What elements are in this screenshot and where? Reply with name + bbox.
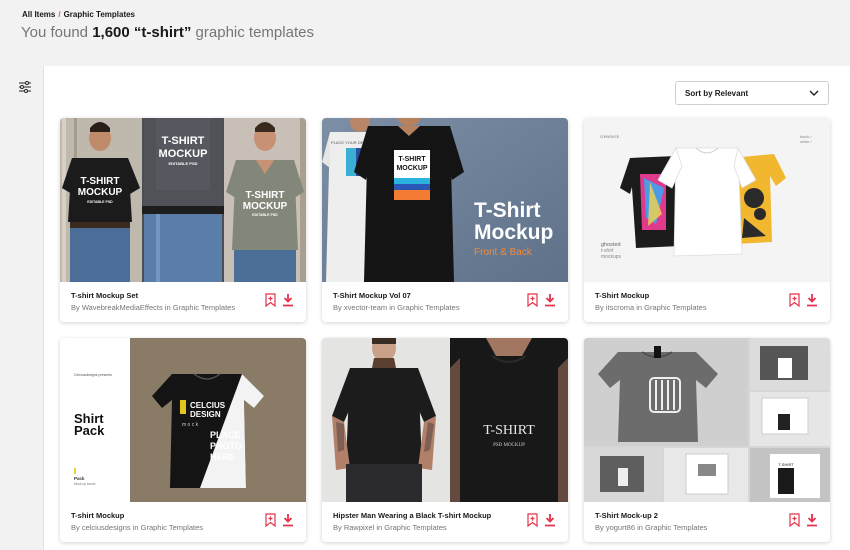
shirt-brand-2: DESIGN <box>190 410 221 419</box>
page-header: All Items / Graphic Templates You found 1,… <box>0 0 850 66</box>
thumb-tagline: Front & Back <box>474 247 533 258</box>
item-info: T-Shirt Mockup Vol 07 By xvector-team in… <box>322 282 568 322</box>
item-author[interactable]: By Rawpixel in Graphic Templates <box>333 523 447 532</box>
item-title[interactable]: T-Shirt Mockup <box>595 291 649 300</box>
thumb-heading-line2: Pack <box>74 423 105 438</box>
shirt-place-3: HERE <box>210 452 235 462</box>
thumb-heading-line1: T-Shirt <box>474 199 541 222</box>
sort-dropdown[interactable]: Sort by Relevant <box>675 81 829 105</box>
bookmark-add-icon[interactable] <box>527 293 538 308</box>
results-panel: Sort by Relevant T-SHIRT MOCKUP EDITABLE… <box>44 66 850 550</box>
heading-count-query: 1,600 “t-shirt” <box>92 24 192 41</box>
breadcrumb-current: Graphic Templates <box>63 10 136 19</box>
item-card[interactable]: PLACE YOUR DESIGN T-SHIRT MOCKUP T-Shirt… <box>322 118 568 322</box>
chevron-down-icon <box>809 88 819 98</box>
bookmark-add-icon[interactable] <box>527 513 538 528</box>
item-author[interactable]: By WavebreakMediaEffects in Graphic Temp… <box>71 303 235 312</box>
shirt2-line2: MOCKUP <box>159 148 208 160</box>
shirt-line1: T-SHIRT <box>483 423 535 438</box>
shirt2-line1: T-SHIRT <box>162 135 205 147</box>
shirt3-line3: EDITABLE PSD <box>252 213 278 217</box>
shirt3-line1: T-SHIRT <box>246 190 285 201</box>
item-author[interactable]: By celciusdesigns in Graphic Templates <box>71 523 203 532</box>
shirt1-line1: T-SHIRT <box>81 176 120 187</box>
item-author[interactable]: By xvector-team in Graphic Templates <box>333 303 460 312</box>
filter-sliders-icon[interactable] <box>18 80 34 94</box>
download-icon[interactable] <box>544 513 556 527</box>
shirt-line2: MOCKUP <box>396 165 427 172</box>
item-title[interactable]: T-shirt Mockup <box>71 511 124 520</box>
item-info: T-Shirt Mockup By itscroma in Graphic Te… <box>584 282 830 322</box>
shirt-place-1: PLACE <box>210 430 241 440</box>
thumb-tag-brand: T-SHIRT <box>778 462 794 467</box>
bookmark-add-icon[interactable] <box>265 513 276 528</box>
item-thumbnail[interactable]: T-SHIRT PSD MOCKUP <box>322 338 568 502</box>
item-author[interactable]: By yogurt86 in Graphic Templates <box>595 523 707 532</box>
item-info: Hipster Man Wearing a Black T-shirt Mock… <box>322 502 568 542</box>
item-info: T-Shirt Mock-up 2 By yogurt86 in Graphic… <box>584 502 830 542</box>
thumb-caption-3: mockups <box>601 254 622 260</box>
item-thumbnail[interactable]: T-SHIRT MOCKUP EDITABLE PSD T-SHIRT MOCK… <box>60 118 306 282</box>
sort-selected-label: Sort by Relevant <box>685 89 749 98</box>
item-title[interactable]: T-Shirt Mock-up 2 <box>595 511 658 520</box>
bookmark-add-icon[interactable] <box>265 293 276 308</box>
item-info: T-shirt Mockup By celciusdesigns in Grap… <box>60 502 306 542</box>
thumb-heading-line2: Mockup <box>474 221 553 244</box>
item-thumbnail[interactable]: T-SHIRT <box>584 338 830 502</box>
search-results-heading: You found 1,600 “t-shirt” graphic templa… <box>21 24 314 41</box>
item-card[interactable]: T-SHIRT T-Shirt Mock-up 2 By yogurt86 in… <box>584 338 830 542</box>
breadcrumb-all-items[interactable]: All Items <box>22 10 55 19</box>
heading-prefix: You found <box>21 24 93 41</box>
download-icon[interactable] <box>282 293 294 307</box>
shirt-line2: PSD MOCKUP <box>493 443 525 448</box>
download-icon[interactable] <box>282 513 294 527</box>
bookmark-add-icon[interactable] <box>789 293 800 308</box>
shirt1-line3: EDITABLE PSD <box>87 200 113 204</box>
item-card[interactable]: T-SHIRT PSD MOCKUP Hipster Man Wearing a… <box>322 338 568 542</box>
item-author[interactable]: By itscroma in Graphic Templates <box>595 303 707 312</box>
thumb-sub-line2: Mock up scene <box>74 482 96 486</box>
shirt-brand-1: CELCIUS <box>190 401 226 410</box>
item-title[interactable]: T-Shirt Mockup Vol 07 <box>333 291 411 300</box>
shirt-sub: m o c k <box>182 422 199 428</box>
download-icon[interactable] <box>806 513 818 527</box>
item-title[interactable]: Hipster Man Wearing a Black T-shirt Mock… <box>333 511 491 520</box>
item-thumbnail[interactable]: Celciusdesigns presents Shirt Pack Pack … <box>60 338 306 502</box>
thumb-corner-left: crewneck <box>600 134 620 139</box>
heading-suffix: graphic templates <box>191 24 314 41</box>
item-title[interactable]: T-shirt Mockup Set <box>71 291 138 300</box>
shirt-line1: T-SHIRT <box>398 156 426 163</box>
item-info: T-shirt Mockup Set By WavebreakMediaEffe… <box>60 282 306 322</box>
filter-sidebar <box>0 66 44 550</box>
item-card[interactable]: crewneck black / white / ghosted t-shirt… <box>584 118 830 322</box>
shirt2-line3: EDITABLE PSD <box>168 161 197 166</box>
shirt-place-2: PHOTO <box>210 441 242 451</box>
item-card[interactable]: Celciusdesigns presents Shirt Pack Pack … <box>60 338 306 542</box>
breadcrumb: All Items / Graphic Templates <box>22 10 135 19</box>
shirt3-line2: MOCKUP <box>243 201 288 212</box>
thumb-studio: Celciusdesigns presents <box>74 373 112 377</box>
item-thumbnail[interactable]: crewneck black / white / ghosted t-shirt… <box>584 118 830 282</box>
thumb-sub-line1: Pack <box>74 476 85 481</box>
thumb-corner-right-2: white / <box>800 139 812 144</box>
item-card[interactable]: T-SHIRT MOCKUP EDITABLE PSD T-SHIRT MOCK… <box>60 118 306 322</box>
item-thumbnail[interactable]: PLACE YOUR DESIGN T-SHIRT MOCKUP T-Shirt… <box>322 118 568 282</box>
download-icon[interactable] <box>544 293 556 307</box>
bookmark-add-icon[interactable] <box>789 513 800 528</box>
breadcrumb-separator: / <box>58 10 61 19</box>
shirt1-line2: MOCKUP <box>78 187 123 198</box>
download-icon[interactable] <box>806 293 818 307</box>
